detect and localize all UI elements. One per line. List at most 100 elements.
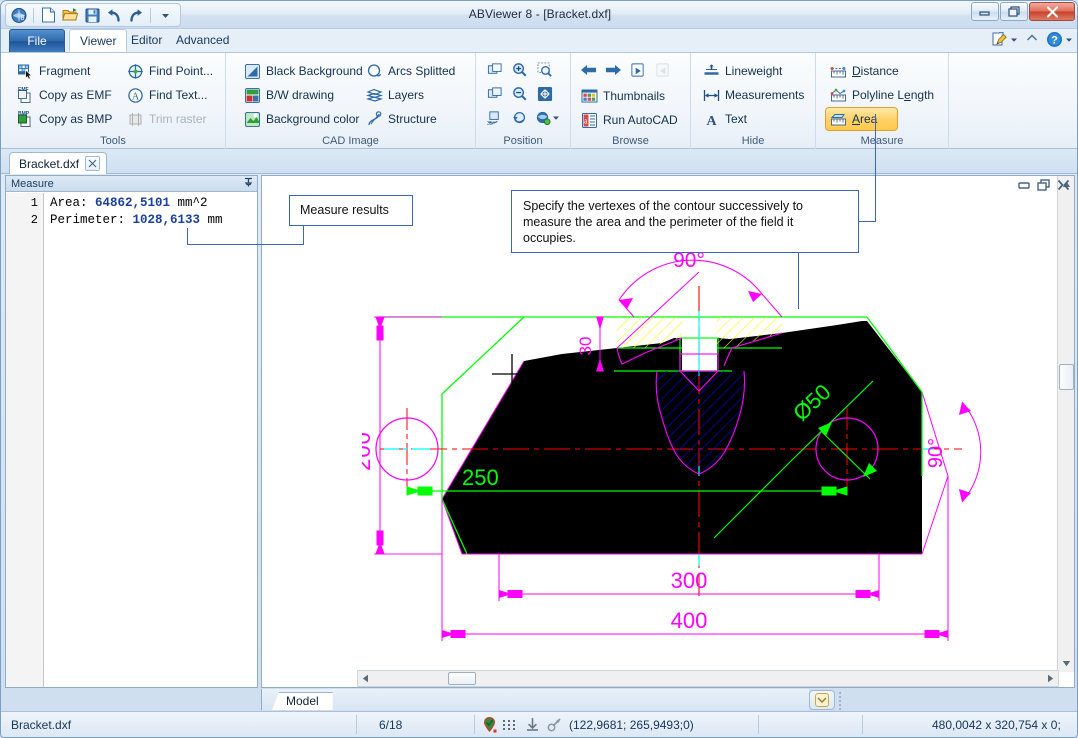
ribbon-item-thumbnails[interactable]: Thumbnails	[577, 85, 669, 107]
ribbon-group-title: Browse	[612, 135, 649, 147]
close-icon[interactable]	[85, 156, 101, 171]
label-start: Polyline L	[852, 88, 905, 102]
ribbon-item-text[interactable]: A Text	[699, 108, 751, 130]
ribbon-item-layers[interactable]: Layers	[362, 84, 428, 106]
ribbon-item-distance[interactable]: Distance	[826, 60, 903, 82]
ribbon-item-copy-as-bmp[interactable]: BMP Copy as BMP	[13, 108, 116, 130]
line-number: 2	[30, 213, 38, 227]
ribbon-label: Run AutoCAD	[603, 113, 678, 127]
splitter-grip[interactable]	[839, 690, 843, 710]
status-coordinates: (122,9681; 265,9493;0)	[569, 717, 694, 732]
rotate-icon[interactable]: 35°	[484, 107, 506, 129]
layout-tab-model[interactable]: Model	[272, 692, 333, 710]
ribbon-item-measurements[interactable]: Measurements	[699, 84, 808, 106]
prev-file-icon[interactable]	[627, 59, 649, 81]
dim-label-400: 400	[671, 608, 708, 633]
ribbon-item-copy-as-emf[interactable]: EMF Copy as EMF	[13, 84, 116, 106]
scroll-left-button[interactable]	[359, 672, 372, 685]
ribbon-right-buttons: ?	[991, 31, 1073, 48]
area-hint-connector-v	[875, 114, 876, 222]
tab-advanced[interactable]: Advanced	[166, 29, 239, 52]
status-extents: 480,0042 x 320,754 x 0;	[932, 717, 1061, 732]
find-point-icon	[127, 63, 144, 80]
window-controls	[971, 2, 1075, 21]
measure-results-connector-h	[187, 244, 304, 245]
status-osnap-icon[interactable]	[482, 712, 497, 737]
help-icon[interactable]: ?	[1046, 31, 1073, 48]
ribbon-item-polyline-length[interactable]: Polyline Length	[826, 84, 938, 106]
ribbon-item-background-color[interactable]: Background color	[240, 108, 363, 130]
fit-all-icon[interactable]	[534, 83, 556, 105]
drawing-horizontal-scrollbar[interactable]	[357, 670, 1059, 687]
drawing-vertical-scrollbar[interactable]	[1057, 176, 1074, 672]
ribbon-item-structure[interactable]: Structure	[362, 108, 441, 130]
mdi-minimize-icon[interactable]	[1018, 179, 1031, 194]
ribbon-item-area[interactable]: Area	[824, 107, 899, 131]
ribbon-label: Find Point...	[149, 64, 214, 78]
lineweight-icon	[703, 63, 720, 80]
label-rest: ngth	[910, 88, 935, 102]
ribbon-item-fragment[interactable]: Fragment	[13, 60, 94, 82]
result-label: Area:	[50, 196, 96, 210]
zoom-out-icon[interactable]	[509, 83, 531, 105]
accel-letter: D	[852, 64, 861, 78]
zoom-in-icon[interactable]	[509, 59, 531, 81]
edit-mode-icon[interactable]	[991, 31, 1018, 48]
mdi-close-icon[interactable]	[1057, 179, 1070, 194]
ribbon-label: Fragment	[39, 64, 91, 78]
minimize-ribbon-icon[interactable]	[1025, 31, 1039, 48]
status-divider-4	[862, 715, 863, 734]
refresh-icon[interactable]	[509, 107, 531, 129]
ribbon-label: B/W drawing	[266, 88, 335, 102]
ribbon-group-filler	[949, 53, 1077, 149]
restore-button[interactable]	[1000, 2, 1028, 21]
minimize-button[interactable]	[971, 2, 999, 21]
fit-width-icon[interactable]	[484, 83, 506, 105]
status-bar: Bracket.dxf 6/18 (122,9681; 265,9493;0) …	[1, 711, 1077, 737]
scroll-right-button[interactable]	[1044, 672, 1057, 685]
ribbon-label: Distance	[852, 64, 899, 78]
result-label: Perimeter:	[50, 213, 133, 227]
tab-file[interactable]: File	[9, 29, 65, 52]
ribbon-label: Lineweight	[725, 64, 783, 78]
ribbon-item-lineweight[interactable]: Lineweight	[699, 60, 786, 82]
ribbon-group-title: Position	[503, 135, 543, 147]
arrow-right-icon[interactable]	[602, 59, 624, 81]
ribbon-group-cad-image: Black Background B/W drawing Background …	[226, 53, 476, 149]
tab-viewer[interactable]: Viewer	[69, 29, 128, 52]
tab-editor[interactable]: Editor	[121, 29, 172, 52]
mdi-restore-icon[interactable]	[1037, 179, 1051, 194]
thumbnails-icon	[581, 88, 598, 105]
document-tab-strip: Bracket.dxf	[1, 149, 1077, 174]
result-unit: mm	[200, 213, 223, 227]
measure-panel: Measure 1 2 Area: 64862,5101 mm^2 Perime…	[5, 175, 258, 688]
ribbon-item-black-background[interactable]: Black Background	[240, 60, 367, 82]
document-tab-bracket[interactable]: Bracket.dxf	[9, 152, 108, 174]
pan-icon[interactable]	[484, 59, 506, 81]
status-pick-icon[interactable]	[547, 712, 562, 737]
ribbon-item-run-autocad[interactable]: a Run AutoCAD	[577, 109, 682, 131]
horizontal-scroll-thumb[interactable]	[448, 672, 476, 685]
svg-text:?: ?	[1051, 35, 1058, 47]
status-grid-snap-icon[interactable]	[503, 712, 516, 737]
render-dropdown-icon[interactable]	[550, 107, 562, 129]
ribbon-item-bw-drawing[interactable]: B/W drawing	[240, 84, 338, 106]
measure-results-connector-v	[303, 226, 304, 245]
ribbon-item-arcs-splitted[interactable]: Arcs Splitted	[362, 60, 459, 82]
measure-results-list[interactable]: 1 2 Area: 64862,5101 mm^2 Perimeter: 102…	[6, 193, 257, 687]
ribbon-group-hide: Lineweight Measurements A Text Hide	[691, 53, 816, 149]
result-unit: mm^2	[170, 196, 208, 210]
close-button[interactable]	[1029, 2, 1075, 21]
ribbon-item-find-point[interactable]: Find Point...	[123, 60, 217, 82]
ribbon-item-find-text[interactable]: A Find Text...	[123, 84, 211, 106]
measurements-icon	[703, 87, 720, 104]
pin-icon[interactable]	[243, 177, 254, 191]
fragment-icon	[17, 63, 34, 80]
vertical-scroll-thumb[interactable]	[1059, 364, 1074, 390]
arrow-left-icon[interactable]	[577, 59, 599, 81]
zoom-window-icon[interactable]	[534, 59, 556, 81]
status-snap-down-icon[interactable]	[525, 712, 540, 737]
black-background-icon	[244, 63, 261, 80]
layout-scroll-button[interactable]	[809, 690, 835, 710]
background-color-icon	[244, 111, 261, 128]
